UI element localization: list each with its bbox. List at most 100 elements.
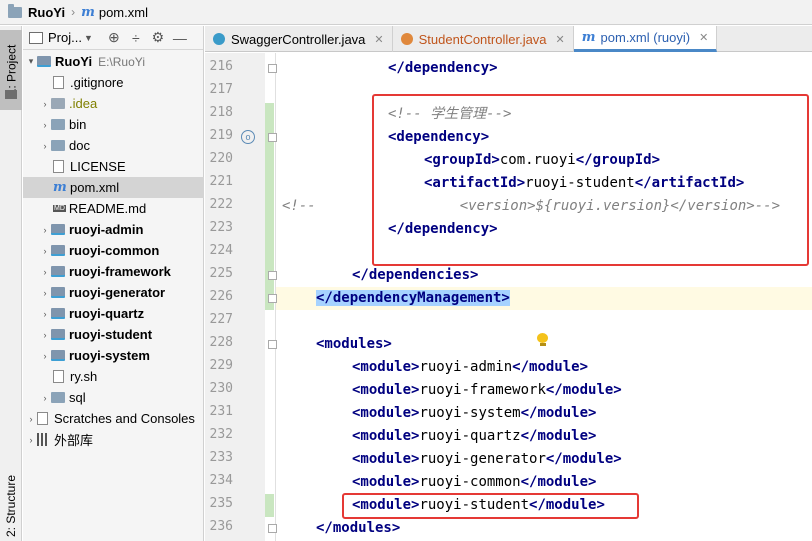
project-tool-icon[interactable] <box>5 90 17 99</box>
tree-item[interactable]: › sql <box>23 387 204 408</box>
xml-tag-token: </module> <box>520 474 597 490</box>
chevron-down-icon[interactable]: ▾ <box>25 56 37 67</box>
vcs-change-marker[interactable] <box>265 172 274 195</box>
implemented-icon[interactable]: o <box>241 130 255 144</box>
close-icon[interactable]: ✕ <box>556 33 565 46</box>
text-token: ruoyi-generator <box>419 451 546 467</box>
fold-icon[interactable] <box>268 524 277 533</box>
tree-item[interactable]: › 外部库 <box>23 429 204 450</box>
project-tool-tab-label: 1: Project <box>4 44 19 96</box>
close-icon[interactable]: ✕ <box>374 33 383 46</box>
fold-icon[interactable] <box>268 64 277 73</box>
tab-label: pom.xml (ruoyi) <box>600 30 691 45</box>
breadcrumb-file[interactable]: pom.xml <box>99 5 148 20</box>
tree-item-label: Scratches and Consoles <box>54 411 195 426</box>
chevron-right-icon[interactable]: › <box>25 414 37 424</box>
breadcrumb-project[interactable]: RuoYi <box>28 5 65 20</box>
tree-item[interactable]: › ruoyi-framework <box>23 261 204 282</box>
code-line[interactable]: <modules> <box>282 333 392 356</box>
line-number: 219 <box>209 128 233 143</box>
module-folder-icon <box>51 308 65 319</box>
code-line[interactable]: </dependencies> <box>282 264 478 287</box>
tree-item[interactable]: › ruoyi-system <box>23 345 204 366</box>
tab-swagger-controller[interactable]: SwaggerController.java ✕ <box>205 26 393 52</box>
code-line[interactable]: </dependency> <box>282 57 498 80</box>
chevron-right-icon[interactable]: › <box>39 120 51 130</box>
fold-icon[interactable] <box>268 271 277 280</box>
chevron-right-icon[interactable]: › <box>39 288 51 298</box>
line-number: 235 <box>209 496 233 511</box>
collapse-all-icon[interactable]: ÷ <box>125 30 147 46</box>
vcs-change-marker[interactable] <box>265 241 274 264</box>
fold-icon[interactable] <box>268 294 277 303</box>
tree-item[interactable]: m pom.xml <box>23 177 204 198</box>
tree-item[interactable]: › ruoyi-admin <box>23 219 204 240</box>
chevron-right-icon[interactable]: › <box>39 99 51 109</box>
tree-item-label: ruoyi-framework <box>69 264 171 279</box>
structure-tool-tab[interactable]: 2: Structure <box>0 466 22 541</box>
tree-item[interactable]: .gitignore <box>23 72 204 93</box>
hide-panel-icon[interactable]: — <box>169 30 191 46</box>
chevron-down-icon[interactable]: ▼ <box>84 33 93 43</box>
tree-item[interactable]: LICENSE <box>23 156 204 177</box>
highlight-box-dependency <box>372 94 809 266</box>
vcs-change-marker[interactable] <box>265 494 274 517</box>
chevron-right-icon[interactable]: › <box>39 141 51 151</box>
chevron-right-icon[interactable]: › <box>39 351 51 361</box>
class-icon <box>213 33 225 45</box>
fold-icon[interactable] <box>268 340 277 349</box>
code-line[interactable]: <module>ruoyi-common</module> <box>282 471 596 494</box>
tree-item[interactable]: › ruoyi-quartz <box>23 303 204 324</box>
project-view-selector[interactable]: Proj... <box>48 30 82 45</box>
code-line[interactable]: <module>ruoyi-generator</module> <box>282 448 622 471</box>
chevron-right-icon[interactable]: › <box>39 267 51 277</box>
tree-item[interactable]: › doc <box>23 135 204 156</box>
code-line[interactable]: <module>ruoyi-framework</module> <box>282 379 622 402</box>
comment-token: <!-- <box>282 198 316 214</box>
fold-icon[interactable] <box>268 133 277 142</box>
chevron-right-icon[interactable]: › <box>39 393 51 403</box>
line-number: 221 <box>209 174 233 189</box>
close-icon[interactable]: ✕ <box>699 31 708 44</box>
vcs-change-marker[interactable] <box>265 103 274 126</box>
text-token: ruoyi-framework <box>419 382 546 398</box>
vcs-change-marker[interactable] <box>265 195 274 218</box>
gear-icon[interactable]: ⚙ <box>147 29 169 46</box>
locate-icon[interactable]: ⊕ <box>103 29 125 46</box>
tree-item[interactable]: MD README.md <box>23 198 204 219</box>
chevron-right-icon[interactable]: › <box>39 330 51 340</box>
tree-item[interactable]: › ruoyi-generator <box>23 282 204 303</box>
tab-student-controller[interactable]: StudentController.java ✕ <box>393 26 574 52</box>
tree-item[interactable]: › ruoyi-student <box>23 324 204 345</box>
line-number: 229 <box>209 358 233 373</box>
code-line[interactable]: <module>ruoyi-quartz</module> <box>282 425 596 448</box>
vcs-change-marker[interactable] <box>265 218 274 241</box>
tree-item[interactable]: › ruoyi-common <box>23 240 204 261</box>
code-line[interactable]: </dependencyManagement> <box>282 287 510 310</box>
project-panel: Proj... ▼ ⊕ ÷ ⚙ — ▾ RuoYi E:\RuoYi .gitigno… <box>23 26 204 541</box>
tree-item[interactable]: ▾ RuoYi E:\RuoYi <box>23 51 204 72</box>
code-line[interactable]: <module>ruoyi-system</module> <box>282 402 596 425</box>
tree-item[interactable]: › bin <box>23 114 204 135</box>
xml-tag-token: <modules> <box>316 336 392 352</box>
xml-tag-token: </modules> <box>316 520 401 536</box>
line-number: 222 <box>209 197 233 212</box>
left-tool-strip: 1: Project 2: Structure <box>0 26 22 541</box>
vcs-change-marker[interactable] <box>265 149 274 172</box>
tree-item-label: pom.xml <box>70 180 120 195</box>
folder-icon <box>51 119 65 130</box>
chevron-right-icon[interactable]: › <box>39 225 51 235</box>
code-line[interactable]: </modules> <box>282 517 400 540</box>
tree-item[interactable]: › Scratches and Consoles <box>23 408 204 429</box>
chevron-right-icon[interactable]: › <box>39 246 51 256</box>
file-icon <box>53 76 64 89</box>
tree-item[interactable]: › .idea <box>23 93 204 114</box>
file-icon <box>53 160 64 173</box>
tree-item[interactable]: ry.sh <box>23 366 204 387</box>
lightbulb-icon[interactable] <box>537 333 548 346</box>
code-line[interactable]: <module>ruoyi-admin</module> <box>282 356 588 379</box>
chevron-right-icon[interactable]: › <box>39 309 51 319</box>
chevron-right-icon[interactable]: › <box>25 435 37 445</box>
tab-pom-xml[interactable]: m pom.xml (ruoyi) ✕ <box>573 26 718 52</box>
xml-tag-token: <module> <box>352 382 420 398</box>
